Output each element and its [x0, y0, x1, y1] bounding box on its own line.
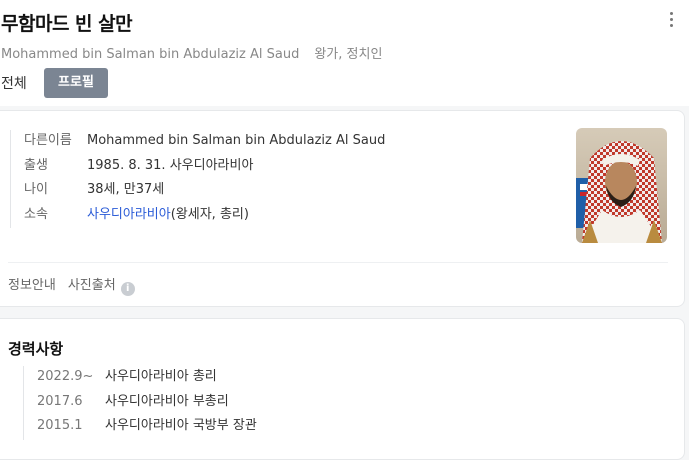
- page-title: 무함마드 빈 살만: [1, 13, 133, 35]
- career-year: 2017.6: [37, 393, 83, 409]
- info-row-age: 나이 38세, 만37세: [24, 179, 385, 204]
- info-value: 1985. 8. 31. 사우디아라비아: [87, 157, 254, 173]
- career-list: 2022.9~ 사우디아라비아 총리 2017.6 사우디아라비아 부총리 2015…: [23, 366, 257, 440]
- info-row-birth: 출생 1985. 8. 31. 사우디아라비아: [24, 155, 385, 180]
- career-description: 사우디아라비아 부총리: [105, 393, 229, 409]
- career-item: 2017.6 사우디아라비아 부총리: [37, 391, 257, 416]
- tab-all[interactable]: 전체: [1, 73, 27, 93]
- info-guide-link[interactable]: 정보안내: [8, 278, 56, 293]
- info-key: 소속: [24, 206, 48, 222]
- info-row-affiliation: 소속 사우디아라비아(왕세자, 총리): [24, 204, 385, 229]
- info-key: 나이: [24, 182, 48, 197]
- career-description: 사우디아라비아 총리: [105, 369, 217, 384]
- subtitle-full-name: Mohammed bin Salman bin Abdulaziz Al Sau…: [1, 47, 300, 62]
- info-icon[interactable]: i: [120, 282, 135, 296]
- career-card: 경력사항 2022.9~ 사우디아라비아 총리 2017.6 사우디아라비아 부총리…: [0, 318, 685, 460]
- career-item: 2015.1 사우디아라비아 국방부 장관: [37, 415, 257, 440]
- career-description: 사우디아라비아 국방부 장관: [105, 418, 257, 433]
- subtitle: Mohammed bin Salman bin Abdulaziz Al Sau…: [1, 43, 382, 62]
- tab-profile[interactable]: 프로필: [44, 68, 108, 98]
- info-key: 출생: [24, 157, 48, 173]
- affiliation-link[interactable]: 사우디아라비아: [87, 207, 171, 222]
- profile-card: 다른이름 Mohammed bin Salman bin Abdulaziz Al…: [0, 110, 685, 307]
- profile-header: 무함마드 빈 살만 Mohammed bin Salman bin Abdula…: [0, 0, 689, 106]
- more-vertical-icon[interactable]: [663, 12, 679, 32]
- career-item: 2022.9~ 사우디아라비아 총리: [37, 366, 257, 391]
- profile-photo[interactable]: [576, 128, 667, 243]
- info-value: Mohammed bin Salman bin Abdulaziz Al Sau…: [87, 133, 386, 148]
- photo-source-link[interactable]: 사진출처: [68, 278, 116, 293]
- card-divider: [8, 262, 668, 263]
- info-value: 38세, 만37세: [87, 182, 165, 197]
- career-year: 2022.9~: [37, 369, 94, 384]
- info-key: 다른이름: [24, 133, 72, 148]
- career-section-title: 경력사항: [8, 340, 64, 358]
- profile-footer: 정보안내 사진출처 i: [8, 274, 135, 296]
- profile-info-list: 다른이름 Mohammed bin Salman bin Abdulaziz Al…: [10, 130, 385, 228]
- subtitle-role: 왕가, 정치인: [314, 47, 383, 62]
- info-row-alias: 다른이름 Mohammed bin Salman bin Abdulaziz Al…: [24, 130, 385, 155]
- career-year: 2015.1: [37, 418, 83, 433]
- affiliation-detail: (왕세자, 총리): [170, 206, 249, 222]
